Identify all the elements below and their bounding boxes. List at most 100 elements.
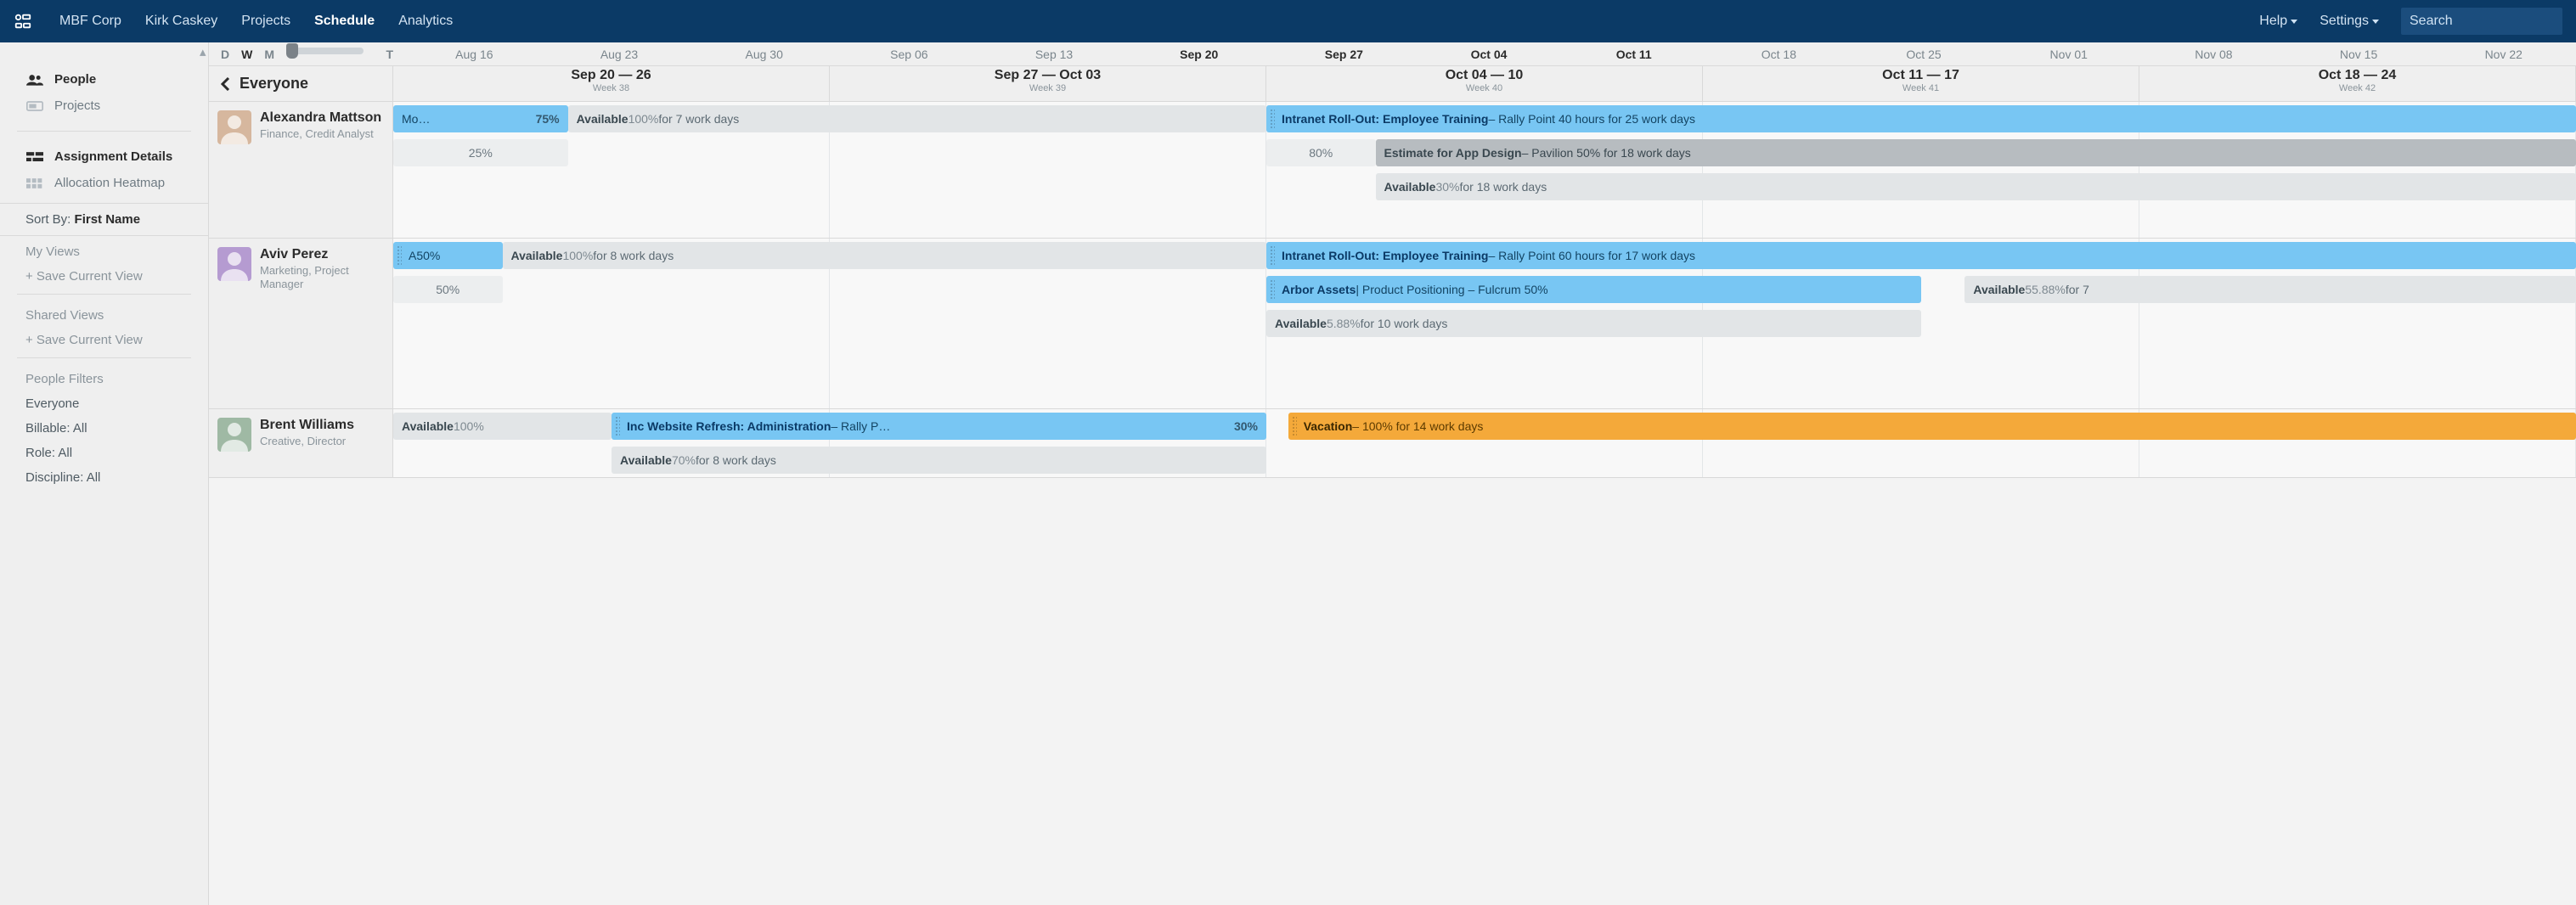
drag-grip-icon[interactable] xyxy=(1270,109,1275,129)
drag-grip-icon[interactable] xyxy=(1292,416,1297,436)
assign-bar[interactable]: A50% xyxy=(393,242,503,269)
mini-date[interactable]: Aug 16 xyxy=(402,48,547,61)
week-cell: Sep 20 — 26Week 38 xyxy=(393,66,830,101)
person-name: Alexandra Mattson xyxy=(260,110,381,126)
avail-bar[interactable]: Available 100% xyxy=(393,413,612,440)
avatar xyxy=(217,247,251,281)
collapse-icon[interactable]: ▴ xyxy=(200,44,208,59)
person-cell[interactable]: Alexandra MattsonFinance, Credit Analyst xyxy=(209,102,393,238)
nav-projects[interactable]: Projects xyxy=(241,14,290,29)
lane: Available 70% for 8 work days xyxy=(393,443,2576,477)
week-cell: Oct 18 — 24Week 42 xyxy=(2139,66,2576,101)
sidebar-item-projects[interactable]: Projects xyxy=(0,93,208,119)
avail-bar[interactable]: Available 100% for 7 work days xyxy=(568,105,1266,132)
lanes: Available 100%Inc Website Refresh: Admin… xyxy=(393,409,2576,477)
avatar xyxy=(217,418,251,452)
person-name: Brent Williams xyxy=(260,418,354,433)
brand-icon xyxy=(14,12,32,31)
nav-user[interactable]: Kirk Caskey xyxy=(145,14,217,29)
filter-role[interactable]: Role: All xyxy=(0,441,208,465)
sort-by[interactable]: Sort By: First Name xyxy=(0,203,208,236)
util-bar[interactable]: 50% xyxy=(393,276,503,303)
assign-bar[interactable]: Intranet Roll-Out: Employee Training – R… xyxy=(1266,242,2576,269)
util-bar[interactable]: 25% xyxy=(393,139,568,166)
mini-date[interactable]: Aug 30 xyxy=(691,48,837,61)
filter-billable[interactable]: Billable: All xyxy=(0,416,208,441)
filter-everyone[interactable]: Everyone xyxy=(0,391,208,416)
gran-t[interactable]: T xyxy=(386,48,393,61)
topbar: MBF Corp Kirk Caskey Projects Schedule A… xyxy=(0,0,2576,42)
nav-settings[interactable]: Settings xyxy=(2320,14,2379,29)
person-cell[interactable]: Aviv PerezMarketing, Project Manager xyxy=(209,239,393,408)
nav-help[interactable]: Help xyxy=(2259,14,2297,29)
schedule-grid[interactable]: Alexandra MattsonFinance, Credit Analyst… xyxy=(209,102,2576,905)
lane: Available 30% for 18 work days xyxy=(393,170,2576,204)
mini-date[interactable]: Oct 11 xyxy=(1561,48,1706,61)
avail-bar[interactable]: Available 55.88% for 7 xyxy=(1964,276,2576,303)
chevron-down-icon xyxy=(2372,20,2379,24)
mini-date[interactable]: Nov 01 xyxy=(1996,48,2141,61)
mini-date[interactable]: Nov 15 xyxy=(2286,48,2432,61)
shared-views-label: Shared Views xyxy=(0,300,208,328)
drag-grip-icon[interactable] xyxy=(397,245,402,266)
avatar xyxy=(217,110,251,144)
week-cell: Oct 11 — 17Week 41 xyxy=(1703,66,2139,101)
sidebar-item-assignment-details[interactable]: Assignment Details xyxy=(0,143,208,170)
gran-d[interactable]: D xyxy=(221,48,229,61)
vacation-bar[interactable]: Vacation – 100% for 14 work days xyxy=(1288,413,2576,440)
search-input[interactable] xyxy=(2401,8,2562,35)
lane: A50%Available 100% for 8 work daysIntran… xyxy=(393,239,2576,273)
assign-bar[interactable]: Intranet Roll-Out: Employee Training – R… xyxy=(1266,105,2576,132)
back-everyone[interactable]: Everyone xyxy=(209,66,393,101)
lanes: A50%Available 100% for 8 work daysIntran… xyxy=(393,239,2576,408)
util-bar[interactable]: 80% xyxy=(1266,139,1376,166)
estimate-bar[interactable]: Estimate for App Design – Pavilion 50% f… xyxy=(1376,139,2576,166)
sidebar-item-heatmap[interactable]: Allocation Heatmap xyxy=(0,170,208,196)
save-view-1[interactable]: + Save Current View xyxy=(0,264,208,289)
gran-w[interactable]: W xyxy=(241,48,252,61)
people-icon xyxy=(25,74,44,86)
mini-date[interactable]: Oct 18 xyxy=(1706,48,1852,61)
avail-bar[interactable]: Available 30% for 18 work days xyxy=(1376,173,2576,200)
avail-bar[interactable]: Available 70% for 8 work days xyxy=(612,447,1266,474)
mini-date[interactable]: Aug 23 xyxy=(547,48,692,61)
avail-bar[interactable]: Available 5.88% for 10 work days xyxy=(1266,310,1921,337)
person-role: Creative, Director xyxy=(260,435,354,448)
assign-bar[interactable]: Inc Website Refresh: Administration – Ra… xyxy=(612,413,1266,440)
filter-discipline[interactable]: Discipline: All xyxy=(0,465,208,490)
mini-date[interactable]: Nov 08 xyxy=(2141,48,2286,61)
sidebar-item-people[interactable]: People xyxy=(0,66,208,93)
projects-icon xyxy=(25,101,44,111)
chevron-down-icon xyxy=(2291,20,2297,24)
mini-date[interactable]: Oct 04 xyxy=(1417,48,1562,61)
zoom-slider[interactable] xyxy=(286,48,364,54)
mini-date[interactable]: Sep 27 xyxy=(1271,48,1417,61)
chevron-left-icon xyxy=(221,77,231,91)
assign-bar[interactable]: Arbor Assets | Product Positioning – Ful… xyxy=(1266,276,1921,303)
person-row: Alexandra MattsonFinance, Credit Analyst… xyxy=(209,102,2576,239)
drag-grip-icon[interactable] xyxy=(615,416,620,436)
save-view-2[interactable]: + Save Current View xyxy=(0,328,208,352)
drag-grip-icon[interactable] xyxy=(1270,279,1275,300)
avail-bar[interactable]: Available 100% for 8 work days xyxy=(503,242,1267,269)
nav-analytics[interactable]: Analytics xyxy=(398,14,453,29)
mini-date[interactable]: Oct 25 xyxy=(1852,48,1997,61)
nav-org[interactable]: MBF Corp xyxy=(59,14,121,29)
lane xyxy=(393,340,2576,374)
person-role: Marketing, Project Manager xyxy=(260,264,384,290)
person-cell[interactable]: Brent Williams Creative, Director xyxy=(209,409,393,477)
week-header: Everyone Sep 20 — 26Week 38Sep 27 — Oct … xyxy=(209,66,2576,102)
mini-timeline[interactable]: Aug 16Aug 23Aug 30Sep 06Sep 13Sep 20Sep … xyxy=(393,48,2576,61)
lane: Available 100%Inc Website Refresh: Admin… xyxy=(393,409,2576,443)
sidebar-label: People xyxy=(54,72,96,87)
lane xyxy=(393,374,2576,408)
nav-schedule[interactable]: Schedule xyxy=(314,14,375,29)
drag-grip-icon[interactable] xyxy=(1270,245,1275,266)
mini-date[interactable]: Sep 06 xyxy=(837,48,982,61)
mini-date[interactable]: Nov 22 xyxy=(2431,48,2576,61)
mini-date[interactable]: Sep 20 xyxy=(1126,48,1271,61)
gran-m[interactable]: M xyxy=(264,48,274,61)
assign-bar[interactable]: Mo…75% xyxy=(393,105,568,132)
zoom-handle[interactable] xyxy=(286,43,298,59)
mini-date[interactable]: Sep 13 xyxy=(982,48,1127,61)
